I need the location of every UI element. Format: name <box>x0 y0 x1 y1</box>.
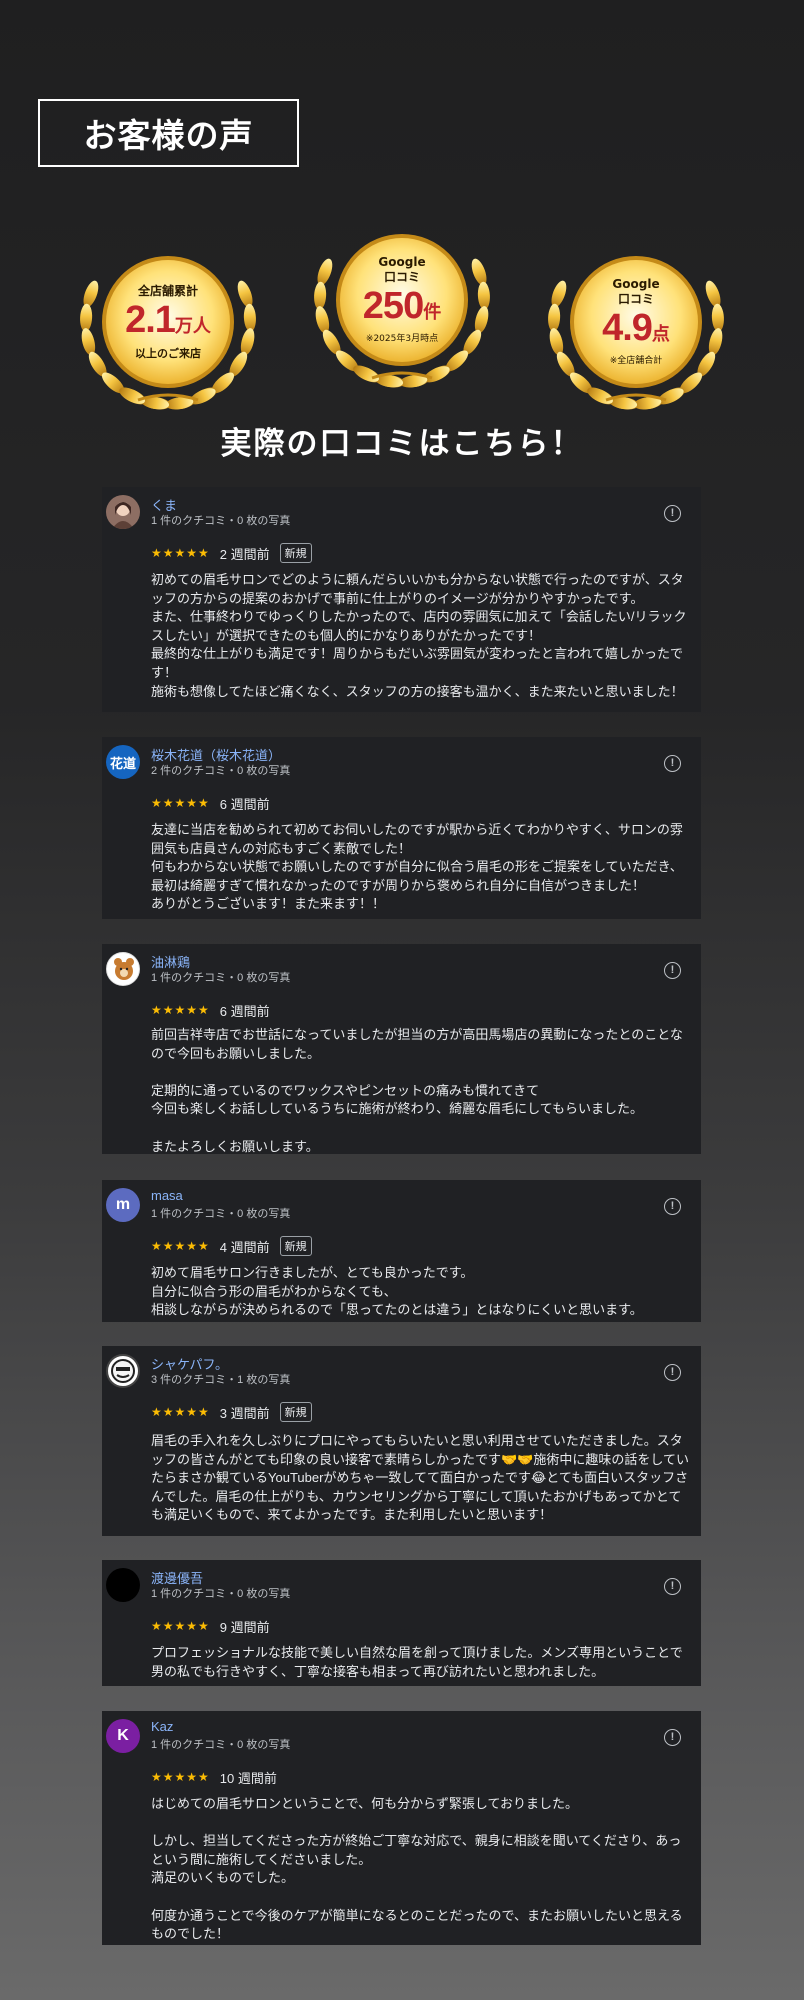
review-text: 前回吉祥寺店でお世話になっていましたが担当の方が高田馬場店の異動になったとのこと… <box>151 1027 683 1154</box>
badge-top2: 口コミ <box>617 292 654 306</box>
badge-value: 2.1万人 <box>125 298 211 341</box>
review-date: 2 週間前 <box>219 546 270 562</box>
report-flag-icon[interactable]: ! <box>664 1578 681 1595</box>
review-text: はじめての眉毛サロンということで、何も分からず緊張しておりました。 しかし、担当… <box>151 1796 683 1942</box>
section-title: お客様の声 <box>38 99 299 167</box>
award-badges: 全店舗累計 2.1万人 以上のご来店 Google 口コミ 250件 ※2025… <box>0 200 804 410</box>
report-flag-icon[interactable]: ! <box>664 962 681 979</box>
reviewer-meta: 1 件のクチコミ・0 枚の写真 <box>151 1739 291 1751</box>
new-badge: 新規 <box>279 1236 312 1256</box>
star-rating: ★★★★★ <box>151 1619 210 1633</box>
review-date: 3 週間前 <box>219 1405 270 1421</box>
badge-review-count: Google 口コミ 250件 ※2025年3月時点 <box>302 200 502 400</box>
avatar[interactable] <box>106 495 140 529</box>
report-flag-icon[interactable]: ! <box>664 755 681 772</box>
avatar[interactable] <box>106 1354 140 1388</box>
review-date: 4 週間前 <box>219 1239 270 1255</box>
review-card: 花道 桜木花道（桜木花道） 2 件のクチコミ・0 枚の写真 ! ★★★★★ 6 … <box>102 737 701 919</box>
review-text: 眉毛の手入れを久しぶりにプロにやってもらいたいと思い利用させていただきました。ス… <box>151 1433 689 1523</box>
avatar[interactable]: m <box>106 1188 140 1222</box>
review-date: 6 週間前 <box>219 796 270 812</box>
star-rating: ★★★★★ <box>151 1770 210 1784</box>
star-rating: ★★★★★ <box>151 796 210 810</box>
badge-visitors: 全店舗累計 2.1万人 以上のご来店 <box>68 222 268 422</box>
review-text: 初めて眉毛サロン行きましたが、とても良かったです。 自分に似合う形の眉毛がわから… <box>151 1265 643 1318</box>
report-flag-icon[interactable]: ! <box>664 1198 681 1215</box>
reviewer-meta: 1 件のクチコミ・0 枚の写真 <box>151 972 291 984</box>
review-date: 10 週間前 <box>219 1770 277 1786</box>
report-flag-icon[interactable]: ! <box>664 1364 681 1381</box>
reviewer-meta: 2 件のクチコミ・0 枚の写真 <box>151 765 291 777</box>
star-rating: ★★★★★ <box>151 546 210 560</box>
star-rating: ★★★★★ <box>151 1405 210 1419</box>
avatar[interactable]: 花道 <box>106 745 140 779</box>
badge-top2: 口コミ <box>383 270 420 284</box>
review-card: 油淋鶏 1 件のクチコミ・0 枚の写真 ! ★★★★★ 6 週間前 前回吉祥寺店… <box>102 944 701 1154</box>
new-badge: 新規 <box>279 1402 312 1422</box>
avatar[interactable]: K <box>106 1719 140 1753</box>
reviewer-name[interactable]: Kaz <box>151 1719 173 1734</box>
badge-top: 全店舗累計 <box>137 283 198 298</box>
badge-value: 250件 <box>362 285 442 327</box>
star-rating: ★★★★★ <box>151 1003 210 1017</box>
badge-top: Google <box>378 255 426 269</box>
badge-note: ※2025年3月時点 <box>365 334 439 344</box>
report-flag-icon[interactable]: ! <box>664 1729 681 1746</box>
reviewer-meta: 1 件のクチコミ・0 枚の写真 <box>151 1208 291 1220</box>
avatar[interactable] <box>106 952 140 986</box>
badge-rating: Google 口コミ 4.9点 ※全店舗合計 <box>536 222 736 422</box>
star-rating: ★★★★★ <box>151 1239 210 1253</box>
reviewer-meta: 1 件のクチコミ・0 枚の写真 <box>151 515 291 527</box>
review-text: プロフェッショナルな技能で美しい自然な眉を創って頂けました。メンズ専用ということ… <box>151 1645 683 1679</box>
review-text: 友達に当店を勧められて初めてお伺いしたのですが駅から近くてわかりやすく、サロンの… <box>151 822 683 912</box>
new-badge: 新規 <box>279 543 312 563</box>
review-date: 9 週間前 <box>219 1619 270 1635</box>
review-card: K Kaz 1 件のクチコミ・0 枚の写真 ! ★★★★★ 10 週間前 はじめ… <box>102 1711 701 1945</box>
review-card: シャケパフ。 3 件のクチコミ・1 枚の写真 ! ★★★★★ 3 週間前 新規 … <box>102 1346 701 1536</box>
report-flag-icon[interactable]: ! <box>664 505 681 522</box>
badge-note: ※全店舗合計 <box>609 356 663 366</box>
review-card: 渡邊優吾 1 件のクチコミ・0 枚の写真 ! ★★★★★ 9 週間前 プロフェッ… <box>102 1560 701 1686</box>
subheading: 実際の口コミはこちら！ <box>220 426 584 462</box>
review-card: m masa 1 件のクチコミ・0 枚の写真 ! ★★★★★ 4 週間前 新規 … <box>102 1180 701 1322</box>
review-date: 6 週間前 <box>219 1003 270 1019</box>
reviewer-meta: 3 件のクチコミ・1 枚の写真 <box>151 1374 291 1386</box>
avatar[interactable] <box>106 1568 140 1602</box>
reviewer-name[interactable]: masa <box>151 1188 183 1203</box>
reviewer-meta: 1 件のクチコミ・0 枚の写真 <box>151 1588 291 1600</box>
review-card: くま 1 件のクチコミ・0 枚の写真 ! ★★★★★ 2 週間前 新規 初めての… <box>102 487 701 712</box>
badge-top: Google <box>612 277 660 291</box>
badge-bottom: 以上のご来店 <box>135 346 201 360</box>
review-text: 初めての眉毛サロンでどのように頼んだらいいかも分からない状態で行ったのですが、ス… <box>151 572 687 699</box>
badge-value: 4.9点 <box>602 307 670 349</box>
